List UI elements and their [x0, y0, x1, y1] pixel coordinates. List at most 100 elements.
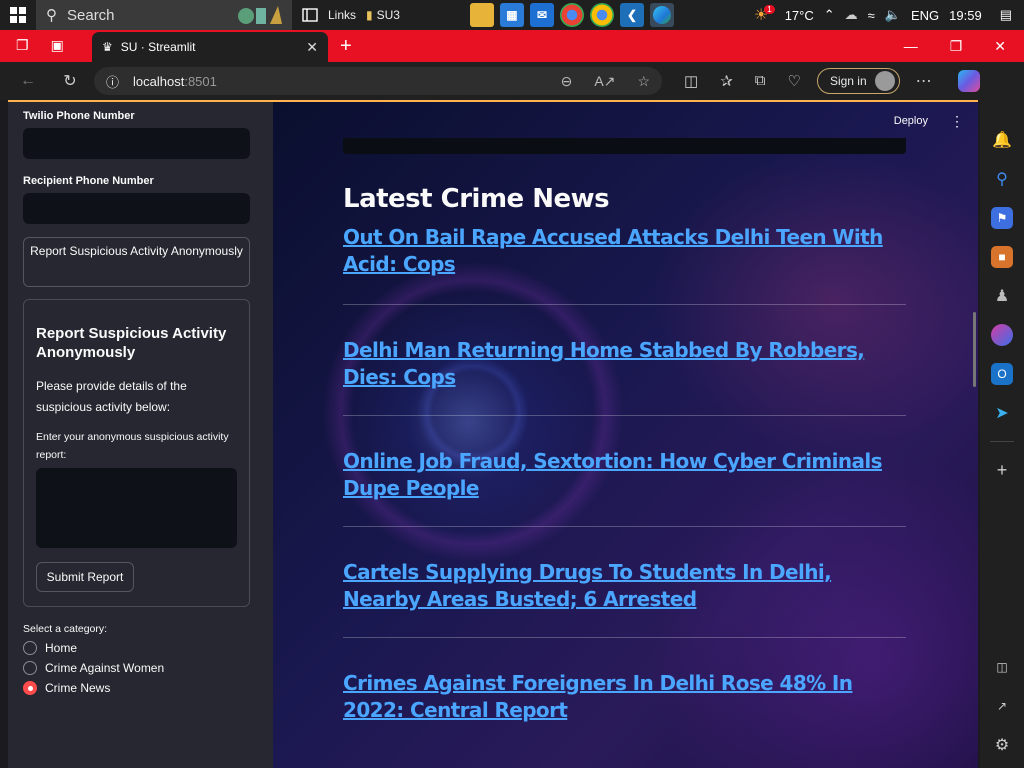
language-indicator[interactable]: ENG	[911, 8, 939, 23]
search-sidebar-icon[interactable]: ⚲	[991, 168, 1013, 190]
browser-tab-bar: ❐ ▣ ♛ SU · Streamlit ✕ + — ❐ ✕	[0, 30, 1024, 62]
read-aloud-icon[interactable]: A↗	[594, 73, 615, 90]
divider	[343, 415, 906, 416]
page-title: Latest Crime News	[343, 184, 610, 214]
category-radio-home[interactable]: Home	[23, 641, 258, 655]
twilio-phone-label: Twilio Phone Number	[23, 110, 135, 122]
new-tab-icon[interactable]: +	[340, 35, 352, 58]
games-icon[interactable]: ♟	[991, 285, 1013, 307]
report-suspicious-activity-button[interactable]: Report Suspicious Activity Anonymously	[23, 237, 250, 287]
news-link[interactable]: Online Job Fraud, Sextortion: How Cyber …	[343, 448, 906, 502]
edge-sidebar: 🔔 ⚲ ⚑ ■ ♟ O ➤ + ◫ ↗ ⚙	[980, 62, 1024, 768]
taskbar-links-toolbar[interactable]: Links	[328, 8, 356, 22]
wifi-icon[interactable]: ≈	[868, 8, 875, 23]
chrome-icon[interactable]	[559, 3, 584, 27]
streamlit-sidebar: Twilio Phone Number Recipient Phone Numb…	[8, 102, 273, 768]
submit-report-button[interactable]: Submit Report	[36, 562, 134, 592]
news-item: Out On Bail Rape Accused Attacks Delhi T…	[343, 224, 906, 278]
news-link[interactable]: Delhi Man Returning Home Stabbed By Robb…	[343, 337, 906, 391]
file-explorer-icon[interactable]	[469, 3, 494, 27]
favorite-star-icon[interactable]: ☆	[637, 73, 650, 90]
bell-icon[interactable]: 🔔	[991, 129, 1013, 151]
url-field[interactable]: ⓘ localhost:8501 ⊖ A↗ ☆	[94, 67, 662, 95]
taskbar-su3-label: SU3	[376, 8, 400, 22]
folder-icon: ▮	[366, 8, 373, 22]
news-item: Online Job Fraud, Sextortion: How Cyber …	[343, 448, 906, 502]
windows-taskbar: ⚲ Search Links ▮ SU3 ▦ ✉ ❮ ☀ 1 17°C ⌃ ☁ …	[0, 0, 1024, 30]
workspaces-icon[interactable]: ❐	[16, 37, 29, 54]
close-window-icon[interactable]: ✕	[994, 38, 1006, 55]
microsoft-store-icon[interactable]: ▦	[499, 3, 524, 27]
news-link[interactable]: Out On Bail Rape Accused Attacks Delhi T…	[343, 224, 906, 278]
radio-button-selected[interactable]	[23, 681, 37, 695]
back-icon[interactable]: ←	[12, 72, 44, 90]
site-info-icon[interactable]: ⓘ	[106, 72, 119, 91]
hide-sidebar-icon[interactable]: ◫	[991, 656, 1013, 678]
chevron-up-icon[interactable]: ⌃	[824, 7, 835, 23]
tab-title: SU · Streamlit	[120, 40, 196, 54]
external-link-icon[interactable]: ↗	[991, 695, 1013, 717]
zoom-icon[interactable]: ⊖	[561, 73, 573, 90]
edge-icon[interactable]	[649, 3, 674, 27]
radio-button[interactable]	[23, 661, 37, 675]
windows-start-icon[interactable]	[0, 0, 36, 30]
more-options-icon[interactable]: ⋯	[916, 71, 932, 91]
collections-icon[interactable]: ⧉	[755, 72, 766, 90]
deploy-button[interactable]: Deploy	[894, 115, 928, 127]
vscode-icon[interactable]: ❮	[619, 3, 644, 27]
browser-tab-streamlit[interactable]: ♛ SU · Streamlit ✕	[92, 32, 328, 62]
browser-essentials-icon[interactable]: ♡	[787, 72, 800, 90]
report-textarea-label: Enter your anonymous suspicious activity…	[36, 431, 229, 461]
volume-icon[interactable]: 🔈	[885, 7, 901, 23]
news-content: Latest Crime News Out On Bail Rape Accus…	[343, 184, 906, 724]
task-view-icon[interactable]	[298, 0, 322, 30]
form-description: Please provide details of the suspicious…	[36, 379, 187, 414]
report-textarea[interactable]	[36, 468, 237, 548]
news-link[interactable]: Cartels Supplying Drugs To Students In D…	[343, 559, 906, 613]
category-radio-crime-news[interactable]: Crime News	[23, 681, 258, 695]
notification-center-icon[interactable]: ▤	[1000, 7, 1012, 23]
main-scrollbar[interactable]	[973, 312, 976, 387]
onedrive-icon[interactable]: ☁	[845, 7, 858, 23]
mail-icon[interactable]: ✉	[529, 3, 554, 27]
clock[interactable]: 19:59	[949, 8, 982, 23]
taskbar-search-box[interactable]: ⚲ Search	[36, 0, 292, 30]
chrome-profile-icon[interactable]	[589, 3, 614, 27]
shopping-tag-icon[interactable]: ⚑	[991, 207, 1013, 229]
tab-actions-icon[interactable]: ▣	[51, 37, 64, 54]
add-sidebar-app-icon[interactable]: +	[991, 459, 1013, 481]
news-link[interactable]: Crimes Against Foreigners In Delhi Rose …	[343, 670, 906, 724]
notification-badge: 1	[764, 4, 775, 14]
main-menu-icon[interactable]: ⋮	[950, 113, 964, 130]
settings-gear-icon[interactable]: ⚙	[991, 734, 1013, 756]
outlook-icon[interactable]: O	[991, 363, 1013, 385]
news-item: Crimes Against Foreigners In Delhi Rose …	[343, 670, 906, 724]
news-item: Delhi Man Returning Home Stabbed By Robb…	[343, 337, 906, 391]
favorites-icon[interactable]: ✰	[720, 72, 733, 90]
recipient-phone-label: Recipient Phone Number	[23, 175, 154, 187]
streamlit-page: Twilio Phone Number Recipient Phone Numb…	[8, 100, 978, 768]
search-icon: ⚲	[46, 7, 57, 24]
microsoft-365-icon[interactable]	[991, 324, 1013, 346]
form-title: Report Suspicious Activity Anonymously	[36, 325, 227, 361]
radio-button[interactable]	[23, 641, 37, 655]
weather-temperature[interactable]: 17°C	[785, 8, 814, 23]
copilot-icon[interactable]	[957, 70, 980, 92]
divider	[343, 637, 906, 638]
refresh-icon[interactable]: ↻	[54, 71, 86, 91]
browser-address-bar: ← ↻ ⓘ localhost:8501 ⊖ A↗ ☆ ◫ ✰ ⧉ ♡ Sign…	[0, 62, 1024, 100]
suspicious-activity-form: Report Suspicious Activity Anonymously P…	[23, 299, 250, 607]
twilio-phone-input[interactable]	[23, 128, 250, 159]
taskbar-su3-folder[interactable]: ▮ SU3	[366, 8, 400, 22]
recipient-phone-input[interactable]	[23, 193, 250, 224]
close-tab-icon[interactable]: ✕	[306, 39, 318, 56]
send-icon[interactable]: ➤	[991, 402, 1013, 424]
category-radio-crime-against-women[interactable]: Crime Against Women	[23, 661, 258, 675]
tools-briefcase-icon[interactable]: ■	[991, 246, 1013, 268]
restore-icon[interactable]: ❐	[950, 38, 963, 55]
split-screen-icon[interactable]: ◫	[684, 72, 698, 90]
sign-in-label: Sign in	[829, 74, 867, 88]
minimize-icon[interactable]: —	[904, 38, 918, 55]
sign-in-button[interactable]: Sign in	[816, 68, 900, 94]
category-option-label: Crime Against Women	[45, 661, 165, 675]
